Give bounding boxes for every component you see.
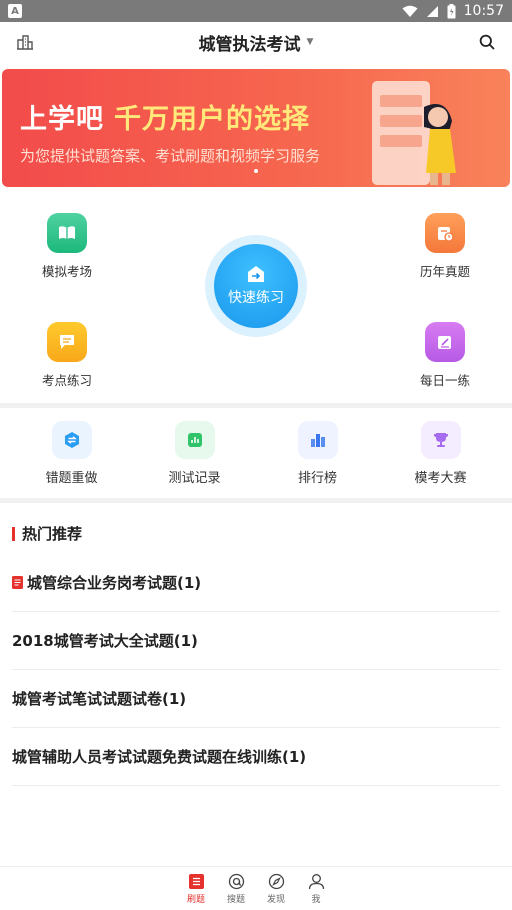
list-item[interactable]: 城管考试笔试试题试卷(1) [12, 670, 500, 728]
nav-discover[interactable]: 发现 [263, 871, 289, 910]
daily-practice-entry[interactable]: 每日一练 [400, 322, 490, 389]
status-time: 10:57 [463, 3, 504, 19]
nav-label: 发现 [266, 895, 285, 905]
past-papers-entry[interactable]: 历年真题 [400, 213, 490, 280]
promo-banner[interactable]: 上学吧 千万用户的选择 为您提供试题答案、考试刷题和视频学习服务 [2, 69, 510, 187]
user-icon [303, 871, 329, 891]
title-wrap: 城管执法考试 ▼ [0, 22, 512, 62]
quick-practice-button[interactable]: 快速练习 [205, 235, 307, 337]
hot-section-header: 热门推荐 [0, 503, 512, 554]
bar-chart-icon [174, 420, 215, 459]
quick-practice-label: 快速练习 [228, 290, 284, 306]
notification-icon: A [8, 4, 22, 18]
tools-row: 错题重做 测试记录 排行榜 模考大赛 [0, 408, 512, 498]
status-bar: A 10:57 [0, 0, 512, 22]
list-item[interactable]: 城管辅助人员考试试题免费试题在线训练(1) [12, 728, 500, 786]
mock-exam-entry[interactable]: 模拟考场 [22, 213, 112, 280]
point-practice-label: 考点练习 [41, 373, 92, 388]
nav-label: 刷题 [186, 895, 205, 905]
list-item-title: 城管综合业务岗考试题(1) [27, 574, 202, 592]
building-switch-button[interactable] [14, 31, 36, 53]
banner-pager [2, 169, 510, 173]
battery-icon [447, 3, 456, 18]
nav-label: 我 [311, 895, 321, 905]
banner-dot[interactable] [254, 169, 258, 173]
past-papers-label: 历年真题 [419, 264, 470, 279]
mock-contest[interactable]: 模考大赛 [391, 420, 491, 486]
leaderboard[interactable]: 排行榜 [268, 420, 368, 486]
tool-label: 模考大赛 [414, 470, 467, 486]
caret-down-icon[interactable]: ▼ [307, 37, 314, 47]
status-left: A [8, 4, 22, 18]
list-item-title: 城管辅助人员考试试题免费试题在线训练(1) [12, 748, 307, 766]
search-icon [479, 34, 495, 50]
banner-headline: 上学吧 千万用户的选择 [20, 97, 310, 136]
page-title[interactable]: 城管执法考试 [199, 30, 301, 55]
list-item-title: 2018城管考试大全试题(1) [12, 632, 198, 650]
banner-headline-main: 上学吧 [20, 104, 104, 135]
message-icon [47, 322, 87, 362]
document-icon [12, 576, 23, 590]
mock-exam-label: 模拟考场 [41, 264, 92, 279]
compass-icon [263, 871, 289, 891]
list-item[interactable]: 2018城管考试大全试题(1) [12, 612, 500, 670]
section-accent-bar [12, 526, 15, 541]
hot-list: 城管综合业务岗考试题(1) 2018城管考试大全试题(1) 城管考试笔试试题试卷… [0, 554, 512, 786]
tool-label: 测试记录 [168, 470, 221, 486]
hot-section-title: 热门推荐 [22, 525, 83, 543]
building-icon [17, 35, 33, 50]
nav-search[interactable]: 搜题 [223, 871, 249, 910]
quick-practice-core: 快速练习 [214, 244, 298, 328]
arrow-box-icon [248, 266, 264, 282]
banner-headline-highlight: 千万用户的选择 [114, 104, 310, 135]
nav-me[interactable]: 我 [303, 871, 329, 910]
test-record[interactable]: 测试记录 [145, 420, 245, 486]
list-icon [183, 871, 209, 891]
wrong-question-redo[interactable]: 错题重做 [22, 420, 122, 486]
bottom-nav: 刷题 搜题 发现 我 [0, 866, 512, 910]
banner-subtitle: 为您提供试题答案、考试刷题和视频学习服务 [20, 147, 321, 165]
tool-label: 错题重做 [45, 470, 98, 486]
daily-practice-label: 每日一练 [419, 373, 470, 388]
signal-icon [426, 5, 438, 17]
list-item[interactable]: 城管综合业务岗考试题(1) [12, 554, 500, 612]
search-button[interactable] [476, 31, 498, 53]
main-entry-grid: 模拟考场 历年真题 考点练习 每日一练 快速练习 [0, 187, 512, 403]
edit-icon [425, 322, 465, 362]
nav-label: 搜题 [226, 895, 245, 905]
app-header: 城管执法考试 ▼ [0, 22, 512, 62]
status-right: 10:57 [402, 3, 504, 19]
swap-icon [51, 420, 92, 459]
wifi-icon [402, 5, 418, 17]
calendar-clock-icon [425, 213, 465, 253]
book-icon [47, 213, 87, 253]
tool-label: 排行榜 [297, 470, 337, 486]
nav-practice[interactable]: 刷题 [183, 871, 209, 910]
at-search-icon [223, 871, 249, 891]
ranking-icon [297, 420, 338, 459]
trophy-icon [420, 420, 461, 459]
point-practice-entry[interactable]: 考点练习 [22, 322, 112, 389]
list-item-title: 城管考试笔试试题试卷(1) [12, 690, 187, 708]
